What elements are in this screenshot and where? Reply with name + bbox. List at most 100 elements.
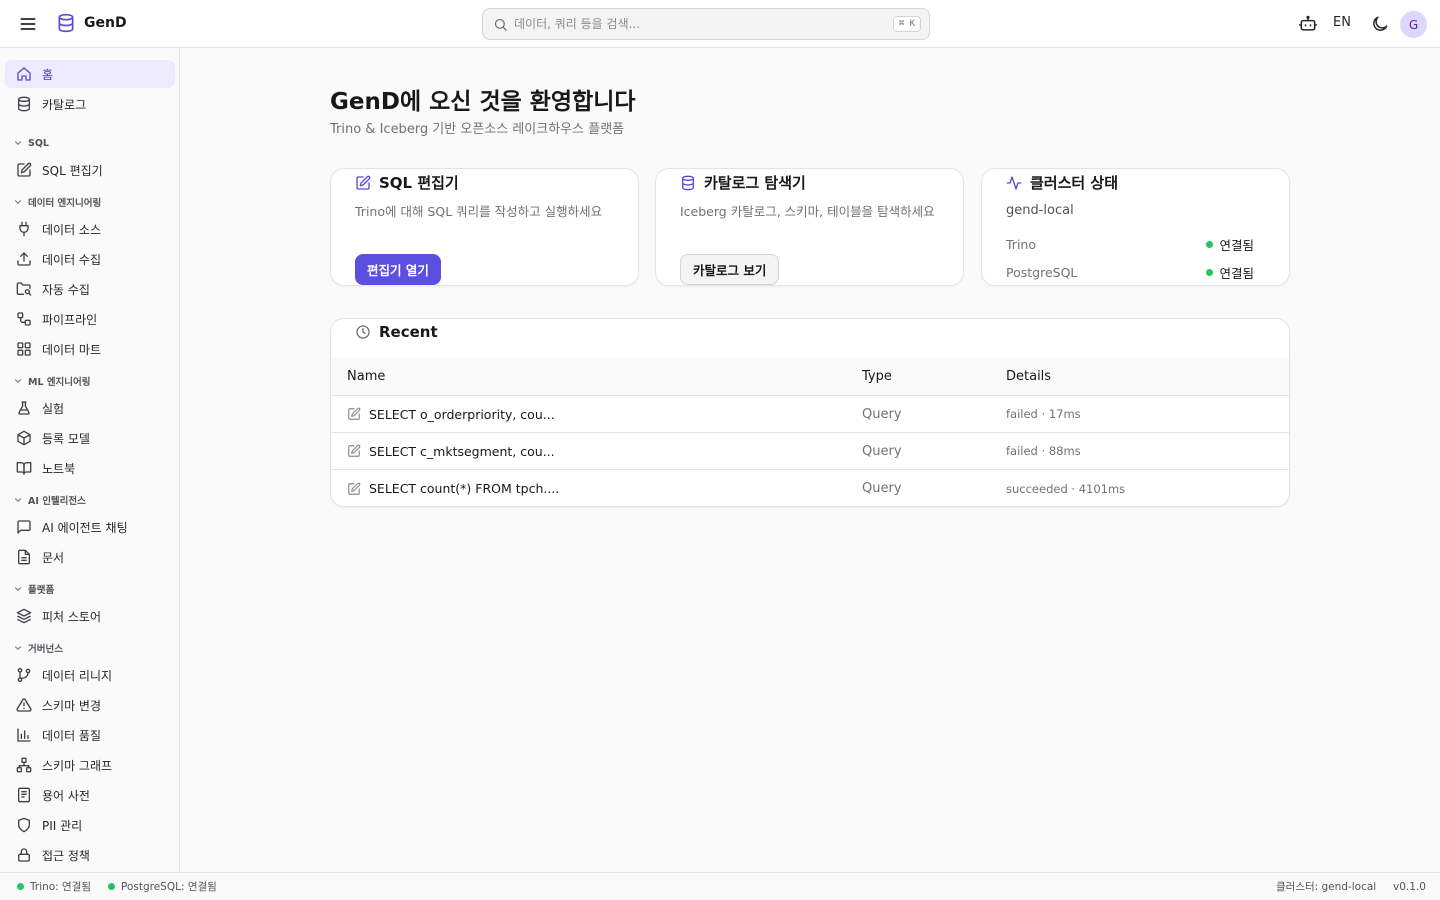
avatar[interactable]: G: [1400, 11, 1427, 38]
section-label: ML 엔지니어링: [28, 377, 91, 388]
table-row[interactable]: SELECT o_orderpriority, cou... Query fai…: [331, 396, 1289, 433]
status-dot: [108, 883, 115, 890]
sidebar-item-label: 스키마 변경: [42, 698, 102, 713]
database-icon: [16, 96, 32, 112]
chat-icon: [16, 519, 32, 535]
database-icon: [680, 175, 696, 191]
service-status-row: PostgreSQL 연결됨: [1006, 263, 1254, 282]
sidebar-item-label: 파이프라인: [42, 312, 98, 327]
row-type: Query: [862, 481, 902, 496]
recent-panel: Recent Name Type Details SELECT o_orderp…: [330, 318, 1290, 507]
status-dot: [1206, 241, 1214, 248]
sidebar-item-notebooks[interactable]: 노트북: [5, 454, 175, 482]
status-text: 연결됨: [1219, 238, 1254, 253]
row-details: failed · 17ms: [1006, 407, 1081, 421]
service-name: PostgreSQL: [1006, 265, 1078, 280]
section-ai-intelligence[interactable]: AI 인텔리전스: [13, 493, 86, 507]
view-catalog-button[interactable]: 카탈로그 보기: [680, 254, 780, 285]
chevron-down-icon: [13, 495, 23, 505]
database-logo-icon: [56, 13, 76, 33]
sidebar-item-data-lineage[interactable]: 데이터 리니지: [5, 661, 175, 689]
shield-icon: [16, 817, 32, 833]
workflow-icon: [16, 311, 32, 327]
chevron-down-icon: [13, 138, 23, 148]
search-icon: [493, 17, 508, 32]
upload-icon: [16, 251, 32, 267]
status-dot: [17, 883, 24, 890]
git-branch-icon: [16, 667, 32, 683]
plug-icon: [16, 221, 32, 237]
sidebar-item-label: 피처 스토어: [42, 609, 102, 624]
section-sql[interactable]: SQL: [13, 136, 49, 150]
sidebar-item-registered-models[interactable]: 등록 모델: [5, 424, 175, 452]
section-label: 거버넌스: [28, 644, 63, 655]
clock-icon: [355, 324, 371, 340]
sidebar-item-schema-changes[interactable]: 스키마 변경: [5, 691, 175, 719]
search-input[interactable]: [514, 17, 893, 31]
open-editor-button[interactable]: 편집기 열기: [355, 254, 441, 285]
sidebar-item-glossary[interactable]: 용어 사전: [5, 781, 175, 809]
sidebar-item-label: AI 에이전트 채팅: [42, 520, 128, 535]
sidebar-item-docs[interactable]: 문서: [5, 543, 175, 571]
sidebar-item-ai-agent-chat[interactable]: AI 에이전트 채팅: [5, 513, 175, 541]
column-header-name[interactable]: Name: [347, 358, 385, 395]
sidebar-item-home[interactable]: 홈: [5, 60, 175, 88]
sidebar-item-label: 데이터 소스: [42, 222, 102, 237]
moon-icon[interactable]: [1370, 14, 1390, 34]
sidebar-item-label: 실험: [42, 401, 65, 416]
section-label: AI 인텔리전스: [28, 496, 86, 507]
sidebar-item-label: 홈: [42, 67, 54, 82]
sidebar-item-sql-editor[interactable]: SQL 편집기: [5, 156, 175, 184]
edit-icon: [355, 175, 371, 191]
sidebar-item-data-mart[interactable]: 데이터 마트: [5, 335, 175, 363]
cluster-status-card: 클러스터 상태 gend-local Trino 연결됨 PostgreSQL …: [981, 168, 1290, 286]
language-toggle[interactable]: EN: [1333, 15, 1351, 30]
postgres-status: PostgreSQL: 연결됨: [108, 873, 217, 900]
sidebar-item-label: 용어 사전: [42, 788, 90, 803]
package-icon: [16, 430, 32, 446]
section-platform[interactable]: 플랫폼: [13, 582, 54, 596]
sidebar-item-catalog[interactable]: 카탈로그: [5, 90, 175, 118]
bar-chart-icon: [16, 727, 32, 743]
card-title: 클러스터 상태: [1030, 174, 1119, 192]
table-row[interactable]: SELECT count(*) FROM tpch.... Query succ…: [331, 470, 1289, 506]
section-ml-engineering[interactable]: ML 엔지니어링: [13, 374, 91, 388]
chevron-down-icon: [13, 376, 23, 386]
sidebar-item-label: 스키마 그래프: [42, 758, 113, 773]
sidebar: 홈 카탈로그 SQL SQL 편집기 데이터 엔지니어링 데이터 소스 데이터 …: [0, 48, 180, 872]
sidebar-item-pipelines[interactable]: 파이프라인: [5, 305, 175, 333]
sidebar-item-pii-management[interactable]: PII 관리: [5, 811, 175, 839]
sidebar-item-schema-graph[interactable]: 스키마 그래프: [5, 751, 175, 779]
sidebar-item-feature-store[interactable]: 피처 스토어: [5, 602, 175, 630]
menu-icon[interactable]: [18, 14, 38, 34]
brand-logo[interactable]: GenD: [56, 13, 127, 33]
sidebar-item-label: 데이터 리니지: [42, 668, 113, 683]
sidebar-item-data-quality[interactable]: 데이터 품질: [5, 721, 175, 749]
sidebar-item-experiments[interactable]: 실험: [5, 394, 175, 422]
postgres-status-text: PostgreSQL: 연결됨: [121, 881, 217, 893]
row-name: SELECT c_mktsegment, cou...: [369, 443, 555, 459]
activity-icon: [1006, 175, 1022, 191]
column-header-details[interactable]: Details: [1006, 358, 1051, 395]
bot-icon[interactable]: [1298, 14, 1318, 34]
book-icon: [16, 460, 32, 476]
table-row[interactable]: SELECT c_mktsegment, cou... Query failed…: [331, 433, 1289, 470]
sidebar-item-data-ingestion[interactable]: 데이터 수집: [5, 245, 175, 273]
sidebar-item-label: 접근 정책: [42, 848, 90, 863]
section-governance[interactable]: 거버넌스: [13, 641, 63, 655]
section-data-engineering[interactable]: 데이터 엔지니어링: [13, 195, 101, 209]
sidebar-item-data-sources[interactable]: 데이터 소스: [5, 215, 175, 243]
chevron-down-icon: [13, 197, 23, 207]
recent-title: Recent: [379, 323, 438, 341]
column-header-type[interactable]: Type: [862, 358, 892, 395]
document-icon: [16, 549, 32, 565]
edit-icon: [347, 482, 361, 496]
global-search[interactable]: ⌘ K: [482, 8, 930, 40]
table-header: Name Type Details: [331, 358, 1289, 396]
card-title: SQL 편집기: [379, 174, 459, 192]
home-icon: [16, 66, 32, 82]
sidebar-item-access-policy[interactable]: 접근 정책: [5, 841, 175, 869]
sidebar-item-auto-ingestion[interactable]: 자동 수집: [5, 275, 175, 303]
card-description: Trino에 대해 SQL 쿼리를 작성하고 실행하세요: [355, 204, 603, 219]
cluster-name: gend-local: [1006, 203, 1074, 218]
